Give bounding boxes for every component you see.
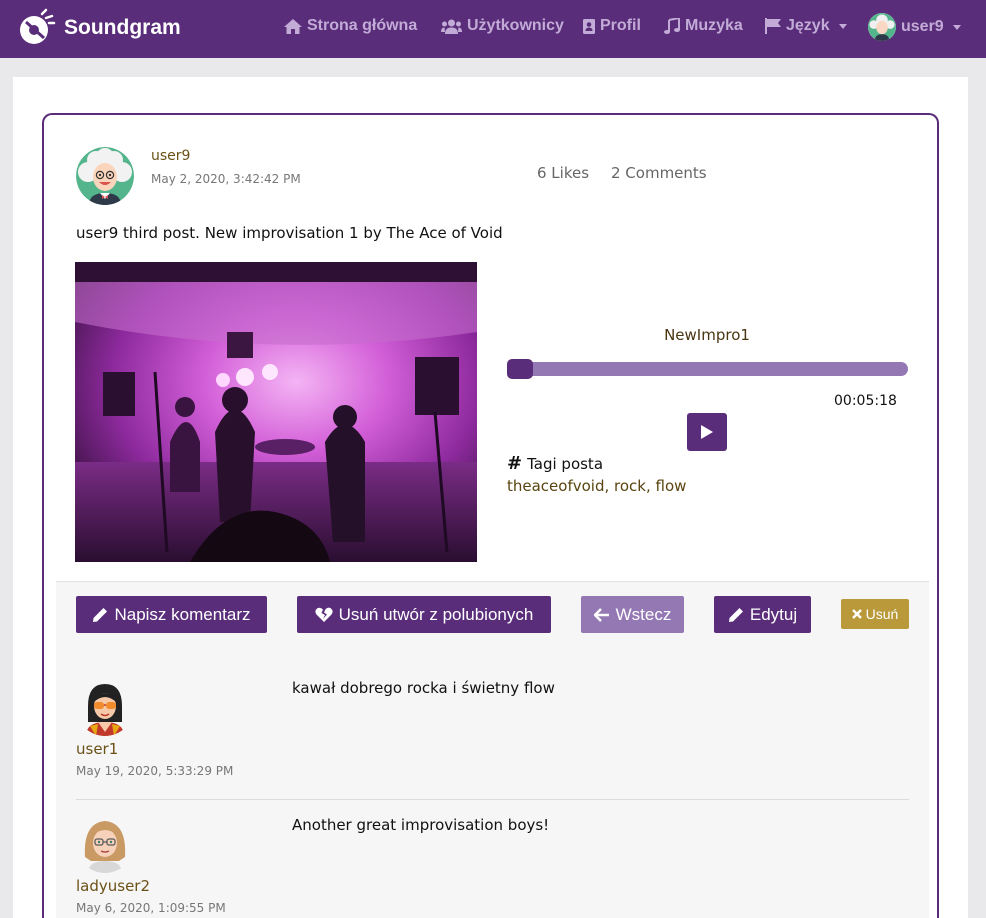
comment-divider — [76, 799, 909, 800]
post-actions-section: Napisz komentarz Usuń utwór z polubionyc… — [56, 581, 929, 918]
write-comment-button[interactable]: Napisz komentarz — [76, 596, 267, 633]
play-icon — [701, 425, 713, 439]
nav-user-dropdown[interactable]: user9 — [868, 13, 961, 41]
comment-date: May 19, 2020, 5:33:29 PM — [76, 764, 234, 778]
comment-text: Another great improvisation boys! — [292, 816, 550, 834]
brand-link[interactable]: Soundgram — [16, 8, 181, 48]
edit-button[interactable]: Edytuj — [714, 596, 811, 633]
seek-handle[interactable] — [507, 359, 533, 379]
nav-music[interactable]: Muzyka — [664, 15, 743, 37]
likes-count[interactable]: 6 Likes — [537, 164, 589, 182]
nav-language-dropdown[interactable]: Język — [765, 15, 847, 37]
comment-author[interactable]: ladyuser2 — [76, 877, 150, 895]
comment-avatar[interactable] — [76, 678, 134, 736]
unlike-label: Usuń utwór z polubionych — [338, 604, 534, 624]
edit-label: Edytuj — [749, 604, 798, 624]
navbar: Soundgram Strona główna Użytkownicy Prof… — [0, 0, 986, 58]
comment-author[interactable]: user1 — [76, 740, 118, 758]
post-author-avatar[interactable] — [76, 147, 134, 205]
users-icon — [441, 19, 462, 34]
chevron-down-icon — [838, 23, 847, 29]
nav-profile[interactable]: Profil — [583, 15, 641, 37]
comment-avatar[interactable] — [76, 815, 134, 873]
nav-language-label: Język — [786, 17, 830, 34]
nav-users-label: Użytkownicy — [467, 17, 564, 34]
avatar — [868, 13, 896, 41]
comment-text: kawał dobrego rocka i świetny flow — [292, 679, 555, 697]
post-description: user9 third post. New improvisation 1 by… — [76, 224, 503, 242]
comment-item: ladyuser2 May 6, 2020, 1:09:55 PM Anothe… — [76, 815, 909, 918]
concert-photo — [75, 262, 477, 562]
track-title: NewImpro1 — [664, 326, 750, 344]
elderly-man-avatar-icon — [76, 147, 134, 205]
concert-photo-image — [75, 262, 477, 562]
user-avatar-icon — [868, 13, 896, 41]
pencil-icon — [728, 607, 743, 622]
brand-name: Soundgram — [64, 16, 181, 39]
broken-heart-icon — [315, 607, 333, 622]
nav-music-label: Muzyka — [685, 17, 743, 34]
write-comment-label: Napisz komentarz — [114, 604, 251, 624]
pencil-icon — [93, 607, 108, 622]
unlike-button[interactable]: Usuń utwór z polubionych — [297, 596, 551, 633]
track-time: 00:05:18 — [834, 393, 897, 409]
delete-button[interactable]: Usuń — [841, 599, 909, 629]
music-note-icon — [664, 18, 680, 34]
play-button[interactable] — [687, 413, 727, 451]
woman-glasses-avatar-icon — [76, 815, 134, 873]
home-icon — [284, 18, 302, 34]
nav-home[interactable]: Strona główna — [284, 15, 417, 37]
delete-label: Usuń — [865, 606, 899, 622]
tags-heading-label: Tagi posta — [527, 454, 604, 473]
arrow-left-icon — [593, 607, 609, 622]
hashtag-icon: # — [507, 453, 523, 474]
tags-list[interactable]: theaceofvoid, rock, flow — [507, 477, 686, 495]
back-button[interactable]: Wstecz — [581, 596, 684, 633]
nav-home-label: Strona główna — [307, 17, 418, 34]
back-label: Wstecz — [615, 604, 672, 624]
track-seek-bar[interactable] — [507, 362, 908, 376]
post-date: May 2, 2020, 3:42:42 PM — [151, 172, 301, 186]
comments-count[interactable]: 2 Comments — [611, 164, 707, 182]
comment-item: user1 May 19, 2020, 5:33:29 PM kawał dob… — [76, 678, 909, 800]
close-icon — [851, 609, 862, 619]
nav-users[interactable]: Użytkownicy — [441, 15, 564, 37]
tags-heading: # Tagi posta — [507, 453, 603, 474]
comment-date: May 6, 2020, 1:09:55 PM — [76, 901, 226, 915]
nav-profile-label: Profil — [600, 17, 641, 34]
soundgram-logo-icon — [20, 8, 56, 44]
flag-icon — [765, 18, 781, 34]
post-author-name[interactable]: user9 — [151, 148, 190, 164]
chevron-down-icon — [952, 24, 961, 30]
nav-username: user9 — [901, 18, 944, 35]
woman-sunglasses-avatar-icon — [76, 678, 134, 736]
post-card: user9 May 2, 2020, 3:42:42 PM 6 Likes 2 … — [42, 113, 939, 918]
profile-card-icon — [583, 18, 595, 34]
